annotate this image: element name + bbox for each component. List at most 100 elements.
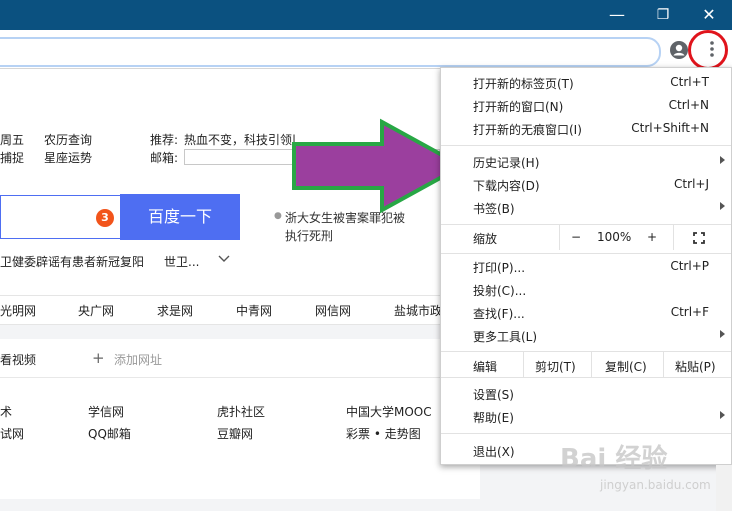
zoom-divider [673,224,674,250]
shortcuts-section: 看视频 + 添加网址 术 学信网 虎扑社区 中国大学MOOC 试网 QQ邮箱 豆… [0,339,480,499]
site-link[interactable]: 盐城市政 [394,302,442,319]
menu-item-shortcut: Ctrl+P [670,259,709,273]
menu-item-label: 退出(X) [473,445,515,459]
close-button[interactable]: ✕ [686,0,732,30]
catch-link[interactable]: 捕捉 [0,149,24,166]
scrollbar[interactable] [716,465,732,511]
menu-separator [441,377,731,378]
edit-divider [663,351,664,377]
recommend-text[interactable]: 热血不变，科技引领| [184,131,296,148]
menu-item-edit: 编辑 剪切(T) 复制(C) 粘贴(P) [441,351,731,377]
watermark-url: jingyan.baidu.com [600,478,711,492]
calendar-link[interactable]: 周五 [0,131,24,148]
chevron-down-icon[interactable] [218,255,230,263]
menu-item-shortcut: Ctrl+F [670,305,709,319]
site-nav-bar: 光明网 央广网 求是网 中青网 网信网 盐城市政 [0,295,442,325]
menu-item-incognito[interactable]: 打开新的无痕窗口(I) Ctrl+Shift+N [441,118,731,140]
menu-item-downloads[interactable]: 下载内容(D) Ctrl+J [441,174,731,196]
zoom-level: 100% [597,230,632,244]
menu-item-settings[interactable]: 设置(S) [441,383,731,405]
menu-item-label: 查找(F)... [473,307,525,321]
bullet-icon: ● [274,211,282,221]
recommend-label: 推荐: [150,133,179,147]
highlight-circle [688,30,728,70]
menu-item-help[interactable]: 帮助(E) [441,406,731,428]
menu-item-print[interactable]: 打印(P)... Ctrl+P [441,256,731,278]
add-site-link[interactable]: 添加网址 [114,351,162,368]
shortcut-link[interactable]: 学信网 [88,403,124,420]
menu-item-label: 打印(P)... [473,261,526,275]
menu-item-cast[interactable]: 投射(C)... [441,279,731,301]
menu-item-shortcut: Ctrl+Shift+N [631,121,709,135]
menu-separator [441,224,731,225]
menu-item-find[interactable]: 查找(F)... Ctrl+F [441,302,731,324]
menu-item-history[interactable]: 历史记录(H) [441,151,731,173]
search-button[interactable]: 百度一下 [120,194,240,240]
menu-item-more-tools[interactable]: 更多工具(L) [441,325,731,347]
shortcut-link[interactable]: 彩票 • 走势图 [346,425,421,442]
horoscope-link[interactable]: 星座运势 [44,149,92,166]
menu-item-label: 下载内容(D) [473,179,540,193]
copy-button[interactable]: 复制(C) [605,358,647,375]
menu-item-shortcut: Ctrl+T [670,75,709,89]
menu-separator [441,145,731,146]
minimize-button[interactable]: — [594,0,640,30]
fullscreen-icon[interactable] [693,232,705,244]
menu-item-label: 打开新的标签页(T) [473,77,574,91]
shortcut-link[interactable]: 豆瓣网 [217,425,253,442]
hot-news-2[interactable]: 世卫... [164,253,199,270]
watermark-logo: Bai 经验 [560,444,668,474]
site-link[interactable]: 网信网 [315,302,351,319]
edit-label: 编辑 [473,360,498,374]
edit-divider [523,351,524,377]
zoom-out-button[interactable]: − [571,230,581,244]
shortcut-link[interactable]: QQ邮箱 [88,425,131,442]
browser-menu: 打开新的标签页(T) Ctrl+T 打开新的窗口(N) Ctrl+N 打开新的无… [440,67,732,465]
menu-item-label: 帮助(E) [473,411,514,425]
profile-icon[interactable] [669,40,689,60]
watch-video-link[interactable]: 看视频 [0,351,36,368]
menu-item-label: 打开新的窗口(N) [473,100,564,114]
restore-button[interactable]: ❐ [640,0,686,30]
site-link[interactable]: 中青网 [236,302,272,319]
mailbox-label: 邮箱: [150,151,179,165]
shortcut-link[interactable]: 中国大学MOOC [346,403,432,420]
menu-item-shortcut: Ctrl+J [674,177,709,191]
section-divider [0,377,480,378]
browser-toolbar [0,30,732,69]
paste-button[interactable]: 粘贴(P) [675,358,716,375]
menu-item-new-tab[interactable]: 打开新的标签页(T) Ctrl+T [441,72,731,94]
submenu-arrow-icon [720,156,725,164]
shortcut-link[interactable]: 虎扑社区 [217,403,265,420]
add-icon[interactable]: + [92,349,105,367]
menu-item-label: 打开新的无痕窗口(I) [473,123,582,137]
hot-news-1[interactable]: 卫健委辟谣有患者新冠复阳 [0,253,144,270]
menu-item-label: 更多工具(L) [473,330,538,344]
site-link[interactable]: 光明网 [0,302,36,319]
menu-item-label: 书签(B) [473,202,515,216]
hot-badge: 3 [96,209,114,227]
menu-separator [441,253,731,254]
lunar-link[interactable]: 农历查询 [44,131,92,148]
menu-separator [441,351,731,352]
site-link[interactable]: 央广网 [78,302,114,319]
shortcut-link[interactable]: 试网 [0,425,24,442]
menu-item-label: 投射(C)... [473,284,527,298]
cut-button[interactable]: 剪切(T) [535,358,576,375]
menu-item-bookmarks[interactable]: 书签(B) [441,197,731,219]
menu-item-shortcut: Ctrl+N [668,98,709,112]
title-bar: — ❐ ✕ [0,0,732,30]
menu-item-zoom: 缩放 − 100% + [441,224,731,250]
shortcut-link[interactable]: 术 [0,403,12,420]
menu-separator [441,433,731,434]
zoom-divider [559,224,560,250]
submenu-arrow-icon [720,202,725,210]
menu-item-label: 设置(S) [473,388,514,402]
site-link[interactable]: 求是网 [157,302,193,319]
menu-item-new-window[interactable]: 打开新的窗口(N) Ctrl+N [441,95,731,117]
news-line-2[interactable]: 执行死刑 [285,227,333,244]
address-bar[interactable] [0,37,661,67]
edit-divider [591,351,592,377]
zoom-label: 缩放 [473,232,498,246]
zoom-in-button[interactable]: + [647,230,657,244]
